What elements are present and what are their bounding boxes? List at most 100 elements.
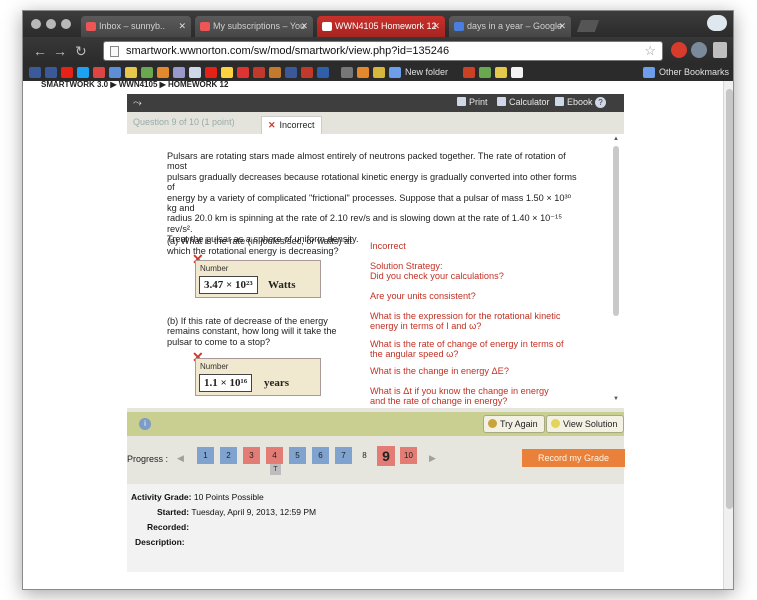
- part-a-answer-input[interactable]: 3.47 × 10²³: [199, 276, 258, 294]
- number-label: Number: [200, 264, 229, 273]
- info-icon[interactable]: i: [139, 418, 151, 430]
- scroll-thumb[interactable]: [613, 146, 619, 316]
- collapse-icon[interactable]: ⤳: [133, 97, 142, 110]
- bookmark-icon[interactable]: [29, 67, 41, 78]
- help-icon[interactable]: ?: [595, 97, 606, 108]
- question-button-2[interactable]: 2: [220, 447, 237, 464]
- tab-close-icon[interactable]: ✕: [432, 16, 440, 37]
- new-tab-button[interactable]: [576, 20, 600, 32]
- close-window-icon[interactable]: [31, 19, 41, 29]
- zoom-window-icon[interactable]: [61, 19, 71, 29]
- back-icon[interactable]: ←: [33, 44, 47, 58]
- activity-grade: Activity Grade: 10 Points Possible: [131, 492, 264, 502]
- bookmark-icon[interactable]: [317, 67, 329, 78]
- bookmark-icon[interactable]: [285, 67, 297, 78]
- scroll-up-icon[interactable]: ▲: [613, 136, 619, 142]
- minimize-window-icon[interactable]: [46, 19, 56, 29]
- tab-homework[interactable]: WWN4105 Homework 12 ✕: [317, 16, 445, 37]
- recorded-time: Recorded:: [147, 522, 190, 532]
- question-button-10[interactable]: 10: [400, 447, 417, 464]
- question-button-9[interactable]: 9: [377, 446, 395, 466]
- part-a-unit: Watts: [268, 279, 296, 291]
- question-button-6[interactable]: 6: [312, 447, 329, 464]
- youtube-icon[interactable]: [61, 67, 73, 78]
- view-solution-button[interactable]: View Solution: [546, 415, 625, 433]
- profile-icon[interactable]: [707, 15, 727, 31]
- extension-icon[interactable]: [671, 42, 687, 58]
- question-button-3[interactable]: 3: [243, 447, 260, 464]
- bookmark-icon[interactable]: [269, 67, 281, 78]
- bookmark-icon[interactable]: [301, 67, 313, 78]
- feedback-status: Incorrect: [370, 241, 406, 251]
- calculator-button[interactable]: Calculator: [497, 97, 550, 107]
- pencil-icon: [488, 419, 497, 428]
- bookmark-icon[interactable]: [511, 67, 523, 78]
- assignment-module: ⤳ Print Calculator Ebook ? Question 9 of…: [127, 94, 625, 572]
- started-time: Started: Tuesday, April 9, 2013, 12:59 P…: [157, 507, 317, 517]
- question-button-8[interactable]: 8: [356, 447, 373, 464]
- tab-close-icon[interactable]: ✕: [558, 16, 566, 37]
- description: Description:: [135, 537, 185, 547]
- extension-icon[interactable]: [691, 42, 707, 58]
- problem-statement: Pulsars are rotating stars made almost e…: [167, 151, 577, 245]
- bookmark-icon[interactable]: [463, 67, 475, 78]
- incorrect-x-icon: ✕: [268, 120, 276, 130]
- page-scrollbar[interactable]: [723, 81, 733, 589]
- bookmark-icon[interactable]: [253, 67, 265, 78]
- record-grade-button[interactable]: Record my Grade: [522, 449, 625, 467]
- reload-icon[interactable]: ↻: [75, 44, 87, 58]
- mail-icon: [322, 22, 332, 31]
- next-arrow-icon[interactable]: ▶: [429, 453, 436, 464]
- bookmark-icon[interactable]: [109, 67, 121, 78]
- bookmark-icon[interactable]: [205, 67, 217, 78]
- part-b-answer-input[interactable]: 1.1 × 10¹⁶: [199, 374, 253, 392]
- bookmark-other[interactable]: Other Bookmarks: [659, 67, 729, 77]
- bookmark-icon[interactable]: [341, 67, 353, 78]
- tab-youtube[interactable]: My subscriptions – You ✕: [195, 16, 313, 37]
- status-tab[interactable]: ✕ Incorrect: [261, 116, 322, 134]
- breadcrumb[interactable]: SMARTWORK 3.0 ▶ WWN4105 ▶ HOMEWORK 12: [41, 81, 228, 89]
- lightbulb-icon: [551, 419, 560, 428]
- menu-icon[interactable]: [713, 42, 727, 58]
- question-scrollbar[interactable]: ▲ ▼: [612, 136, 620, 404]
- tab-gmail[interactable]: Inbox – sunnyb.. ✕: [81, 16, 191, 37]
- bookmark-icon[interactable]: [221, 67, 233, 78]
- bookmark-star-icon[interactable]: ☆: [644, 43, 656, 59]
- bookmark-new-folder[interactable]: New folder: [405, 67, 448, 77]
- print-button[interactable]: Print: [457, 97, 488, 107]
- mail-icon[interactable]: [93, 67, 105, 78]
- tab-close-icon[interactable]: ✕: [178, 16, 186, 37]
- question-number-tab[interactable]: Question 9 of 10 (1 point): [133, 117, 235, 127]
- bookmark-icon[interactable]: [125, 67, 137, 78]
- feedback-hint: What is the expression for the rotationa…: [370, 311, 561, 321]
- number-label: Number: [200, 362, 229, 371]
- tab-google[interactable]: days in a year – Google ✕: [449, 16, 571, 37]
- bookmark-icon[interactable]: [141, 67, 153, 78]
- previous-arrow-icon[interactable]: ◀: [177, 453, 184, 464]
- feedback-hint: the angular speed ω?: [370, 349, 459, 359]
- try-again-button[interactable]: Try Again: [483, 415, 545, 433]
- forward-icon[interactable]: →: [53, 44, 67, 58]
- question-button-1[interactable]: 1: [197, 447, 214, 464]
- bookmark-icon[interactable]: [157, 67, 169, 78]
- address-bar[interactable]: smartwork.wwnorton.com/sw/mod/smartwork/…: [103, 41, 663, 61]
- bookmark-icon[interactable]: [189, 67, 201, 78]
- question-button-5[interactable]: 5: [289, 447, 306, 464]
- bookmark-icon[interactable]: [495, 67, 507, 78]
- twitter-icon[interactable]: [77, 67, 89, 78]
- scroll-down-icon[interactable]: ▼: [613, 396, 619, 402]
- bookmark-icon[interactable]: [479, 67, 491, 78]
- question-button-7[interactable]: 7: [335, 447, 352, 464]
- facebook-icon[interactable]: [45, 67, 57, 78]
- ebook-button[interactable]: Ebook: [555, 97, 593, 107]
- page-scroll-thumb[interactable]: [726, 89, 733, 509]
- bookmark-icon[interactable]: [373, 67, 385, 78]
- tab-close-icon[interactable]: ✕: [300, 16, 308, 37]
- action-bar: i Try Again View Solution: [127, 412, 625, 436]
- question-button-4[interactable]: 4: [266, 447, 283, 464]
- bookmark-icon[interactable]: [173, 67, 185, 78]
- module-toolbar: ⤳ Print Calculator Ebook ?: [127, 94, 624, 112]
- url-text[interactable]: smartwork.wwnorton.com/sw/mod/smartwork/…: [126, 45, 449, 57]
- bookmark-icon[interactable]: [357, 67, 369, 78]
- bookmark-icon[interactable]: [237, 67, 249, 78]
